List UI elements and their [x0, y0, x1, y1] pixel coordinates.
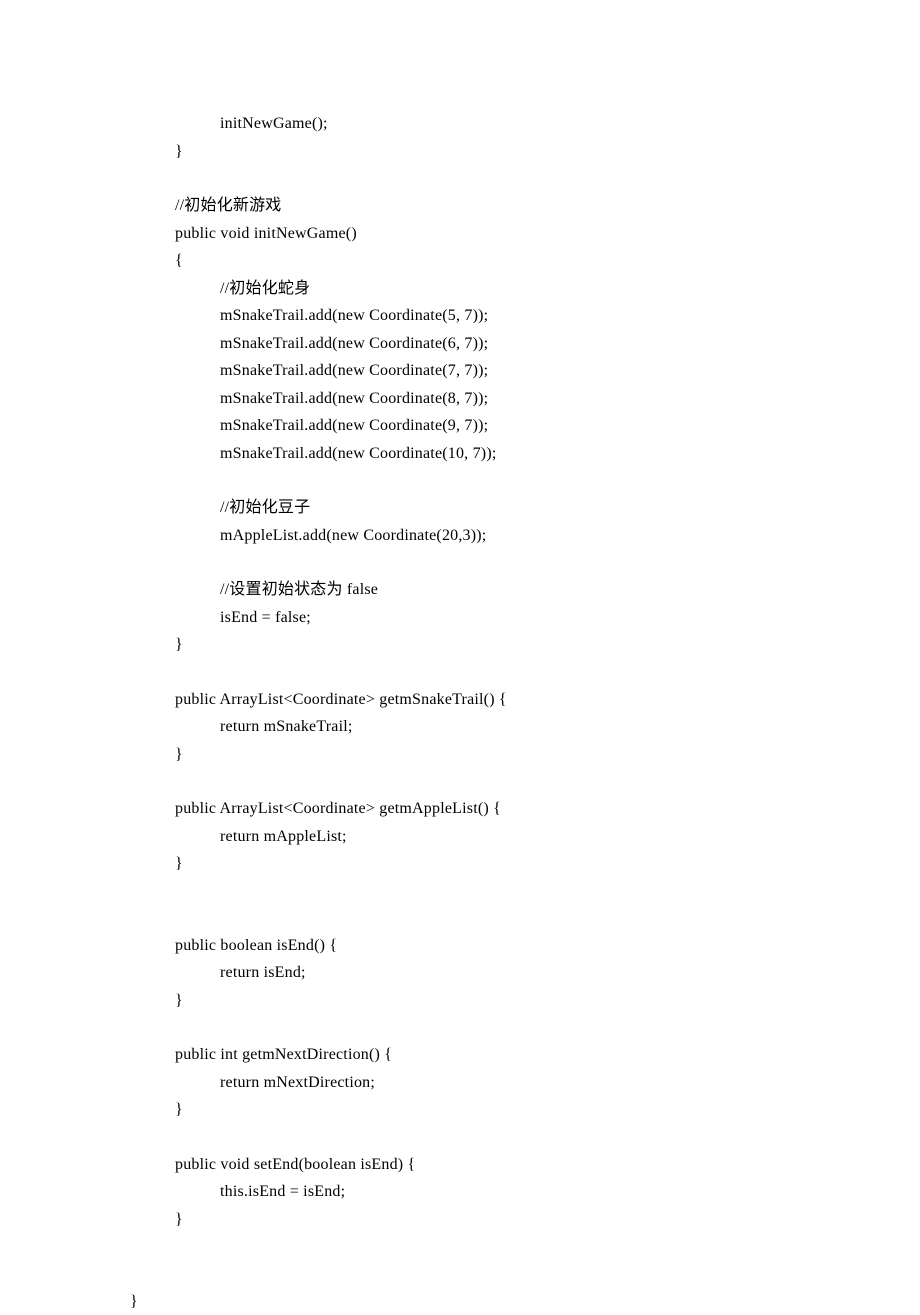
- code-block: initNewGame();} //初始化新游戏public void initN…: [175, 110, 820, 1315]
- code-line: }: [175, 741, 820, 769]
- code-line: public boolean isEnd() {: [175, 932, 820, 960]
- blank-line: [175, 659, 820, 686]
- code-line: }: [175, 631, 820, 659]
- code-line: return mSnakeTrail;: [175, 713, 820, 741]
- code-line: public ArrayList<Coordinate> getmSnakeTr…: [175, 686, 820, 714]
- code-line: }: [175, 987, 820, 1015]
- blank-line: [175, 165, 820, 192]
- blank-line: [175, 467, 820, 494]
- blank-line: [175, 1234, 820, 1261]
- code-line: //初始化豆子: [175, 494, 820, 522]
- code-line: this.isEnd = isEnd;: [175, 1178, 820, 1206]
- code-line: public void setEnd(boolean isEnd) {: [175, 1151, 820, 1179]
- code-line: }: [175, 850, 820, 878]
- code-line: //初始化蛇身: [175, 275, 820, 303]
- code-line: mAppleList.add(new Coordinate(20,3));: [175, 522, 820, 550]
- code-line: mSnakeTrail.add(new Coordinate(6, 7));: [175, 330, 820, 358]
- code-line: public int getmNextDirection() {: [175, 1041, 820, 1069]
- code-line: //设置初始状态为 false: [175, 576, 820, 604]
- blank-line: [175, 549, 820, 576]
- code-line: return isEnd;: [175, 959, 820, 987]
- code-line: //初始化新游戏: [175, 192, 820, 220]
- blank-line: [175, 768, 820, 795]
- code-line: public ArrayList<Coordinate> getmAppleLi…: [175, 795, 820, 823]
- code-line: }: [175, 138, 820, 166]
- code-line: {: [175, 247, 820, 275]
- code-line: }: [175, 1206, 820, 1234]
- code-line: mSnakeTrail.add(new Coordinate(8, 7));: [175, 385, 820, 413]
- code-line: return mAppleList;: [175, 823, 820, 851]
- document-page: initNewGame();} //初始化新游戏public void initN…: [0, 0, 920, 1315]
- code-line: public void initNewGame(): [175, 220, 820, 248]
- code-line: mSnakeTrail.add(new Coordinate(9, 7));: [175, 412, 820, 440]
- code-line: mSnakeTrail.add(new Coordinate(10, 7));: [175, 440, 820, 468]
- code-line: initNewGame();: [175, 110, 820, 138]
- code-line: mSnakeTrail.add(new Coordinate(5, 7));: [175, 302, 820, 330]
- code-line: }: [130, 1288, 820, 1315]
- code-line: return mNextDirection;: [175, 1069, 820, 1097]
- code-line: mSnakeTrail.add(new Coordinate(7, 7));: [175, 357, 820, 385]
- blank-line: [175, 1261, 820, 1288]
- code-line: isEnd = false;: [175, 604, 820, 632]
- code-line: }: [175, 1096, 820, 1124]
- blank-line: [175, 1014, 820, 1041]
- blank-line: [175, 878, 820, 905]
- blank-line: [175, 905, 820, 932]
- blank-line: [175, 1124, 820, 1151]
